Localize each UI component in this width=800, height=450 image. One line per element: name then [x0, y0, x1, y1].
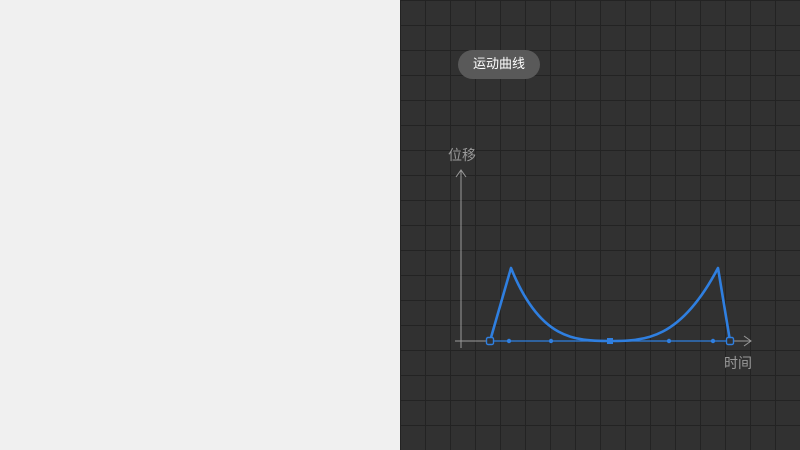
control-handle-dot[interactable]	[666, 338, 672, 344]
end-keyframe-anchor[interactable]	[725, 336, 735, 346]
motion-curve-path	[488, 266, 732, 343]
start-keyframe-anchor[interactable]	[485, 336, 495, 346]
middle-keyframe-anchor[interactable]	[607, 338, 613, 344]
curve-editor-panel: 运动曲线 位移 时间	[400, 0, 800, 450]
control-handle-dot[interactable]	[506, 338, 512, 344]
preview-panel	[0, 0, 400, 450]
control-handle-dot[interactable]	[710, 338, 716, 344]
control-handle-dot[interactable]	[548, 338, 554, 344]
motion-curve-graph	[455, 169, 752, 348]
app-stage: 运动曲线 位移 时间	[0, 0, 800, 450]
